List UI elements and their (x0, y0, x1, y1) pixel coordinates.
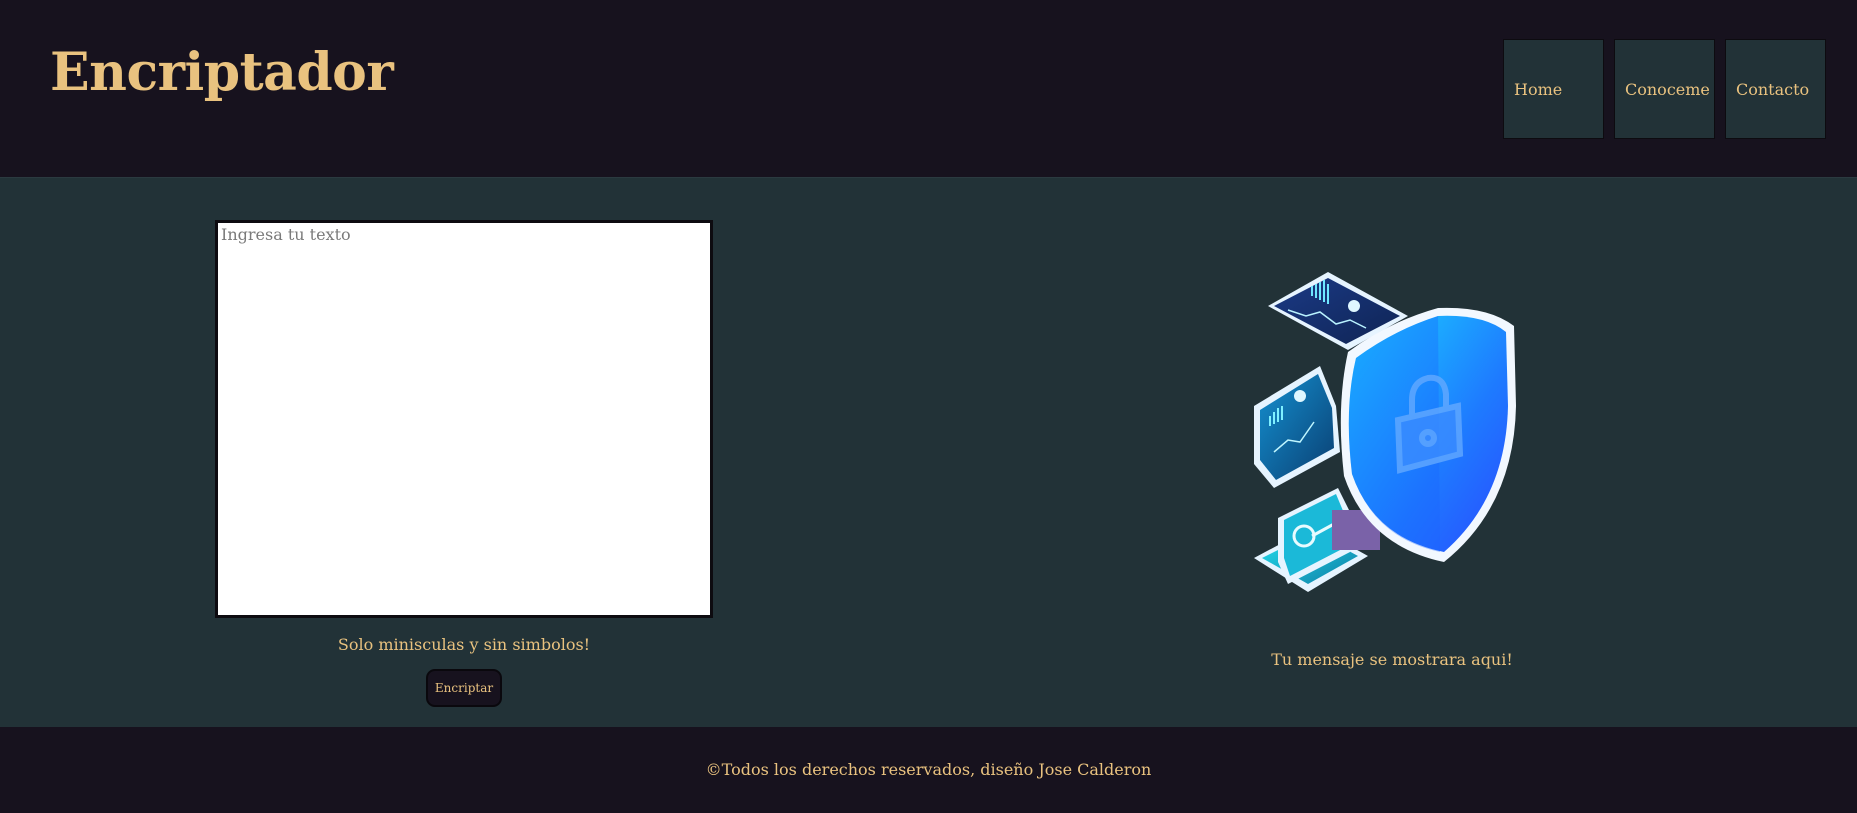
text-input[interactable] (215, 220, 713, 618)
site-header: Encriptador Home Conoceme Contacto (0, 0, 1857, 178)
site-footer: ©Todos los derechos reservados, diseño J… (0, 727, 1857, 813)
nav-item-conoceme[interactable]: Conoceme (1614, 39, 1715, 139)
site-title: Encriptador (50, 42, 394, 103)
main-nav: Home Conoceme Contacto (1503, 39, 1826, 139)
main-section: Solo minisculas y sin simbolos! Encripta… (0, 178, 1857, 727)
encrypt-button[interactable]: Encriptar (426, 669, 502, 707)
security-shield-lock-icon (1248, 266, 1530, 614)
nav-item-home[interactable]: Home (1503, 39, 1604, 139)
output-message: Tu mensaje se mostrara aqui! (1271, 650, 1513, 669)
input-hint: Solo minisculas y sin simbolos! (337, 635, 591, 654)
nav-item-contacto[interactable]: Contacto (1725, 39, 1826, 139)
copyright-text: ©Todos los derechos reservados, diseño J… (705, 760, 1152, 779)
laptop-chart-icon (1254, 366, 1340, 488)
